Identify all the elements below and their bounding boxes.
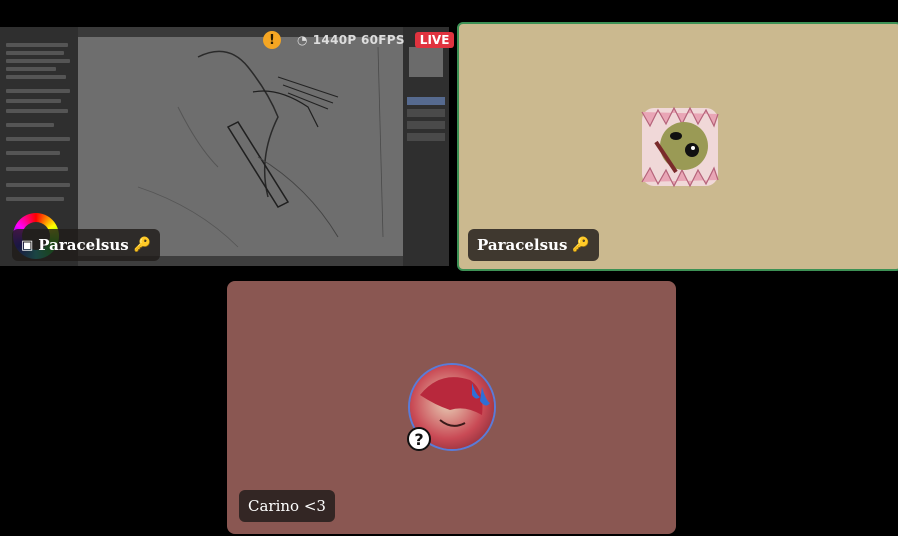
avatar-paracelsus (641, 106, 719, 188)
key-icon: 🔑 (133, 237, 152, 253)
stream-quality: ◔ 1440P 60FPS (297, 33, 405, 47)
live-badge: LIVE (414, 32, 455, 48)
app-layers-panel (403, 27, 449, 266)
participant-tile-paracelsus[interactable]: Paracelsus 🔑 (457, 22, 898, 271)
participant-name: Paracelsus (38, 236, 129, 254)
screen-share-icon: ▣ (21, 237, 34, 253)
quality-label: 1440P 60FPS (312, 33, 405, 47)
participant-name-tag: ▣ Paracelsus 🔑 (12, 229, 161, 261)
screenshare-tile[interactable]: ▣ Paracelsus 🔑 (0, 27, 449, 266)
participant-name-tag: Paracelsus 🔑 (468, 229, 599, 261)
participant-name: Paracelsus (477, 236, 568, 254)
question-icon: ? (407, 427, 431, 451)
warning-icon[interactable]: ! (263, 31, 281, 49)
drawing-canvas (78, 37, 403, 256)
sketch-drawing (137, 46, 384, 248)
stream-info-bar: ! ◔ 1440P 60FPS LIVE (263, 31, 455, 49)
participant-name: Carino <3 (248, 497, 326, 515)
participant-name-tag: Carino <3 (239, 490, 335, 522)
participant-tile-carino[interactable]: ? Carino <3 (227, 281, 676, 534)
speedometer-icon: ◔ (297, 33, 308, 47)
key-icon: 🔑 (572, 237, 590, 253)
